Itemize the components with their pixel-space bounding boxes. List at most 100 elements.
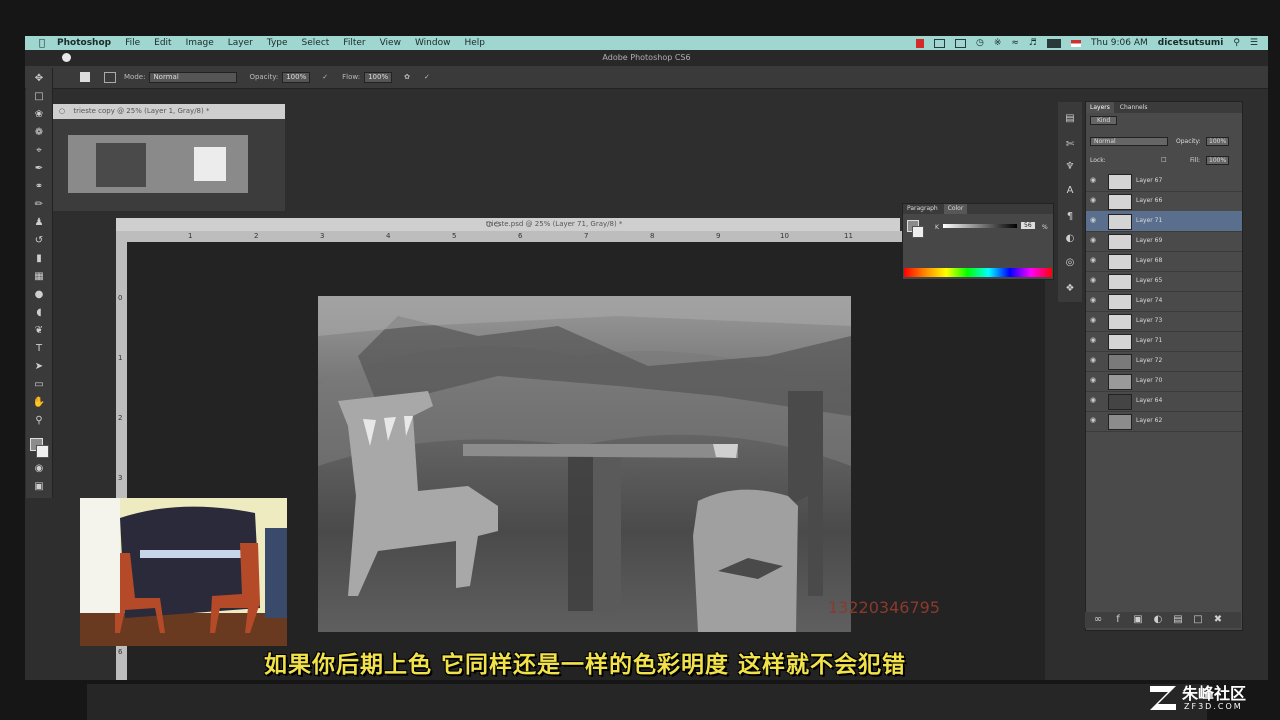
menu-window[interactable]: Window [415,38,451,48]
flow-field[interactable]: 100% [364,71,393,83]
layer-row[interactable]: ◉ Layer 65 [1086,271,1242,292]
layer-row[interactable]: ◉ Layer 74 [1086,291,1242,312]
eye-icon[interactable]: ◉ [1090,256,1099,265]
blur-tool-icon[interactable]: ● [32,288,46,302]
eraser-tool-icon[interactable]: ▮ [32,252,46,266]
paths-icon[interactable]: ❖ [1063,282,1077,296]
pressure-opacity-icon[interactable]: ✓ [322,73,328,81]
flag-icon[interactable] [1071,39,1081,47]
tab-paragraph[interactable]: Paragraph [903,204,942,214]
apple-icon[interactable]:  [39,38,45,49]
paragraph-icon[interactable]: ¶ [1063,210,1077,224]
time-machine-icon[interactable]: ◷ [976,38,984,48]
layer-row-selected[interactable]: ◉ Layer 71 [1086,211,1242,232]
pressure-size-icon[interactable]: ✓ [424,73,430,81]
eye-icon[interactable]: ◉ [1090,296,1099,305]
layer-row[interactable]: ◉ Layer 67 [1086,171,1242,192]
layer-row[interactable]: ◉ Layer 64 [1086,391,1242,412]
bluetooth-icon[interactable]: ※ [994,38,1002,48]
lasso-tool-icon[interactable]: ❀ [32,108,46,122]
display-icon[interactable] [954,38,966,48]
search-icon[interactable]: ⚲ [1233,38,1240,48]
brush-presets-icon[interactable]: ♆ [1063,160,1077,174]
app-menu[interactable]: Photoshop [57,38,111,48]
user-name[interactable]: dicetsutsumi [1158,38,1224,48]
tab-channels[interactable]: Channels [1116,102,1152,113]
wifi-icon[interactable]: ≈ [1011,38,1019,48]
group-icon[interactable]: ▤ [1171,613,1185,627]
menu-filter[interactable]: Filter [343,38,365,48]
history-icon[interactable]: ▤ [1063,112,1077,126]
menu-select[interactable]: Select [302,38,330,48]
doc2-tab[interactable]: ○ ○ ○ trieste.psd @ 25% (Layer 71, Gray/… [116,218,900,231]
mode-select[interactable]: Normal [149,71,238,83]
volume-icon[interactable]: ♬ [1029,38,1037,48]
hand-tool-icon[interactable]: ✋ [32,396,46,410]
crop-tool-icon[interactable]: ⌖ [32,144,46,158]
fx-icon[interactable]: f [1111,613,1125,627]
eye-icon[interactable]: ◉ [1090,176,1099,185]
eye-icon[interactable]: ◉ [1090,216,1099,225]
list-icon[interactable]: ☰ [1250,38,1258,48]
character-icon[interactable]: A [1063,184,1077,198]
menu-view[interactable]: View [380,38,401,48]
quick-select-tool-icon[interactable]: ❁ [32,126,46,140]
tab-layers[interactable]: Layers [1086,102,1114,113]
menu-help[interactable]: Help [464,38,485,48]
doc1-tab[interactable]: ○ trieste copy @ 25% (Layer 1, Gray/8) * [53,104,285,119]
history-brush-tool-icon[interactable]: ↺ [32,234,46,248]
menu-type[interactable]: Type [267,38,288,48]
brush-tool-icon[interactable]: ✏ [32,198,46,212]
marquee-tool-icon[interactable]: □ [32,90,46,104]
shape-tool-icon[interactable]: ▭ [32,378,46,392]
layer-row[interactable]: ◉ Layer 66 [1086,191,1242,212]
layer-row[interactable]: ◉ Layer 73 [1086,311,1242,332]
menu-image[interactable]: Image [186,38,214,48]
battery-icon[interactable] [1047,38,1061,48]
menu-file[interactable]: File [125,38,140,48]
clock[interactable]: Thu 9:06 AM [1091,38,1148,48]
move-tool-icon[interactable]: ✥ [32,72,46,86]
screen-mode-icon[interactable]: ▣ [32,480,46,494]
eye-icon[interactable]: ◉ [1090,416,1099,425]
eye-icon[interactable]: ◉ [1090,316,1099,325]
eye-icon[interactable]: ◉ [1090,276,1099,285]
mask-icon[interactable]: ▣ [1131,613,1145,627]
layer-row[interactable]: ◉ Layer 72 [1086,351,1242,372]
status-icon[interactable] [933,38,945,48]
eye-icon[interactable]: ◉ [1090,336,1099,345]
pen-tool-icon[interactable]: ❦ [32,324,46,338]
dodge-tool-icon[interactable]: ◖ [32,306,46,320]
stamp-tool-icon[interactable]: ♟ [32,216,46,230]
eyedropper-tool-icon[interactable]: ✒ [32,162,46,176]
zoom-tool-icon[interactable]: ⚲ [32,414,46,428]
painting-canvas[interactable] [318,296,851,632]
type-tool-icon[interactable]: T [32,342,46,356]
new-layer-icon[interactable]: □ [1191,613,1205,627]
eye-icon[interactable]: ◉ [1090,376,1099,385]
color-ramp[interactable] [904,268,1052,277]
menu-edit[interactable]: Edit [154,38,171,48]
close-icon[interactable]: ○ [59,107,65,115]
path-select-tool-icon[interactable]: ➤ [32,360,46,374]
doc1-canvas[interactable] [68,135,248,193]
opacity-field[interactable]: 100% [282,71,311,83]
trash-icon[interactable]: ✖ [1211,613,1225,627]
eye-icon[interactable]: ◉ [1090,196,1099,205]
background-swatch[interactable] [912,226,924,238]
menu-layer[interactable]: Layer [228,38,253,48]
adjustment-layer-icon[interactable]: ◐ [1151,613,1165,627]
brush-preset-icon[interactable] [80,72,90,82]
gray-slider[interactable] [943,224,1017,228]
brush-panel-icon[interactable] [104,71,116,83]
filter-select[interactable]: Kind [1090,116,1118,125]
adjustments-icon[interactable]: ◐ [1063,232,1077,246]
layer-row[interactable]: ◉ Layer 62 [1086,411,1242,432]
layer-row[interactable]: ◉ Layer 70 [1086,371,1242,392]
eye-icon[interactable]: ◉ [1090,236,1099,245]
layer-row[interactable]: ◉ Layer 71 [1086,331,1242,352]
layer-row[interactable]: ◉ Layer 68 [1086,251,1242,272]
gradient-tool-icon[interactable]: ▦ [32,270,46,284]
airbrush-icon[interactable]: ✿ [404,73,410,81]
quick-mask-icon[interactable]: ◉ [32,462,46,476]
